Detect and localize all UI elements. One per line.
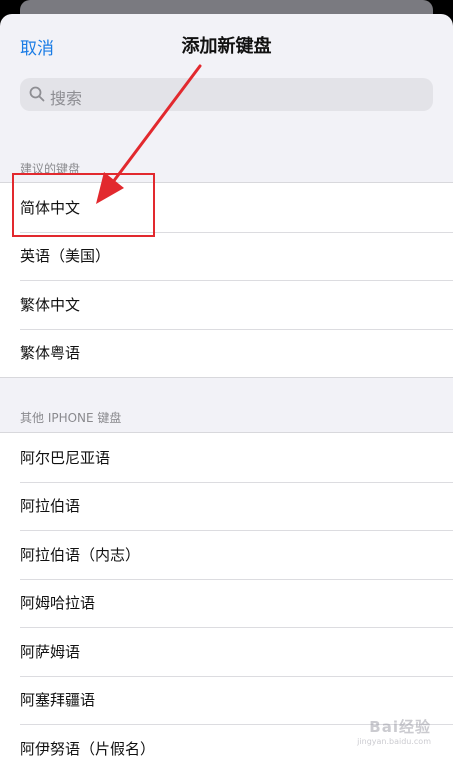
watermark: Bai经验 jingyan.baidu.com	[357, 716, 431, 746]
watermark-logo: Bai经验	[369, 718, 431, 736]
watermark-url: jingyan.baidu.com	[357, 737, 431, 746]
annotation-arrow-icon	[96, 64, 202, 204]
